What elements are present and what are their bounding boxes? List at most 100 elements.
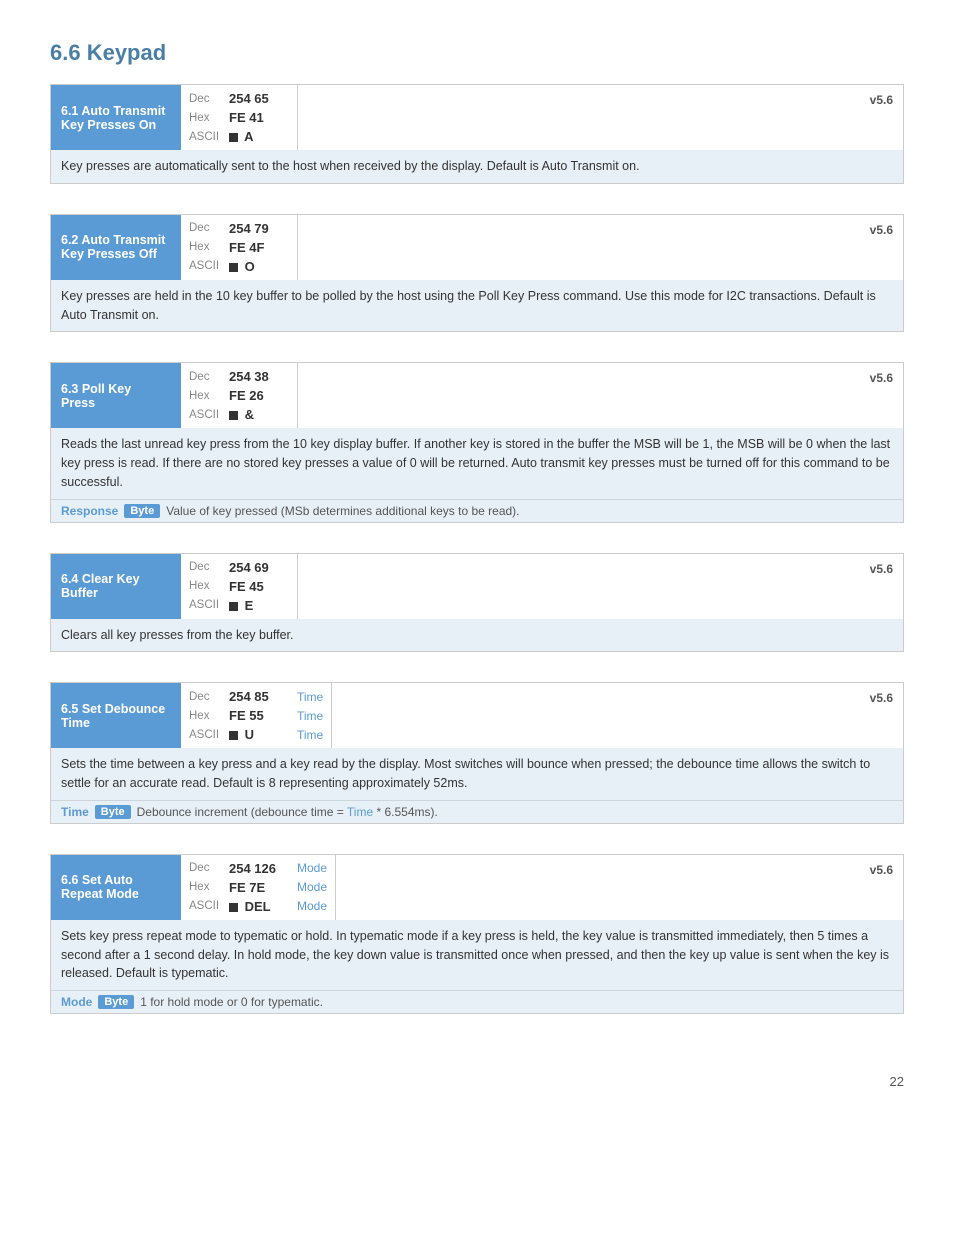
code-param: Mode	[297, 880, 327, 894]
code-type: Hex	[189, 112, 229, 124]
code-row-1-1: HexFE 41	[181, 108, 297, 127]
code-value: 254 38	[229, 369, 289, 384]
cmd-response-5: Time Byte Debounce increment (debounce tim…	[51, 800, 903, 823]
cmd-desc-4: Clears all key presses from the key buff…	[51, 619, 903, 652]
cmd-codes-3: Dec254 38HexFE 26ASCII &	[181, 363, 298, 428]
code-type: ASCII	[189, 729, 229, 741]
cmd-desc-2: Key presses are held in the 10 key buffe…	[51, 280, 903, 332]
cmd-version-6: v5.6	[860, 855, 903, 883]
code-value: FE 4F	[229, 240, 289, 255]
code-row-3-0: Dec254 38	[181, 367, 297, 386]
code-param: Mode	[297, 861, 327, 875]
ascii-square-icon	[229, 263, 238, 272]
code-type: ASCII	[189, 599, 229, 611]
code-row-6-1: HexFE 7E Mode	[181, 878, 335, 897]
resp-desc: Debounce increment (debounce time = Time…	[137, 805, 438, 819]
ascii-square-icon	[229, 903, 238, 912]
code-value: DEL	[229, 899, 289, 914]
cmd-codes-2: Dec254 79HexFE 4FASCII O	[181, 215, 298, 280]
code-row-5-0: Dec254 85 Time	[181, 687, 331, 706]
cmd-codes-6: Dec254 126ModeHexFE 7EModeASCII DELMode	[181, 855, 336, 920]
code-type: Hex	[189, 710, 229, 722]
cmd-version-3: v5.6	[860, 363, 903, 391]
code-row-1-2: ASCII A	[181, 127, 297, 146]
page-title: 6.6 Keypad	[50, 40, 904, 66]
resp-label: Mode	[61, 995, 92, 1009]
code-row-2-2: ASCII O	[181, 257, 297, 276]
resp-label: Time	[61, 805, 89, 819]
command-header-3: 6.3 Poll Key PressDec254 38HexFE 26ASCII…	[51, 363, 903, 428]
code-row-4-1: HexFE 45	[181, 577, 297, 596]
cmd-codes-4: Dec254 69HexFE 45ASCII E	[181, 554, 298, 619]
command-block-2: 6.2 Auto Transmit Key Presses OffDec254 …	[50, 214, 904, 333]
code-row-3-1: HexFE 26	[181, 386, 297, 405]
cmd-version-2: v5.6	[860, 215, 903, 243]
command-header-4: 6.4 Clear Key BufferDec254 69HexFE 45ASC…	[51, 554, 903, 619]
code-param: Time	[297, 690, 323, 704]
code-value: 254 126	[229, 861, 289, 876]
code-type: Hex	[189, 881, 229, 893]
code-type: ASCII	[189, 409, 229, 421]
cmd-name-6: 6.6 Set Auto Repeat Mode	[51, 855, 181, 920]
code-row-6-2: ASCII DELMode	[181, 897, 335, 916]
commands-container: 6.1 Auto Transmit Key Presses OnDec254 6…	[50, 84, 904, 1044]
command-block-1: 6.1 Auto Transmit Key Presses OnDec254 6…	[50, 84, 904, 184]
code-value: U	[229, 727, 289, 742]
code-value: A	[229, 129, 289, 144]
command-block-4: 6.4 Clear Key BufferDec254 69HexFE 45ASC…	[50, 553, 904, 653]
code-value: O	[229, 259, 289, 274]
code-value: 254 85	[229, 689, 289, 704]
ascii-square-icon	[229, 411, 238, 420]
code-param: Time	[297, 728, 323, 742]
cmd-desc-5: Sets the time between a key press and a …	[51, 748, 903, 800]
code-type: Dec	[189, 222, 229, 234]
code-type: ASCII	[189, 131, 229, 143]
ascii-square-icon	[229, 602, 238, 611]
code-value: FE 41	[229, 110, 289, 125]
code-value: 254 65	[229, 91, 289, 106]
code-row-1-0: Dec254 65	[181, 89, 297, 108]
cmd-codes-1: Dec254 65HexFE 41ASCII A	[181, 85, 298, 150]
command-header-2: 6.2 Auto Transmit Key Presses OffDec254 …	[51, 215, 903, 280]
code-value: FE 55	[229, 708, 289, 723]
command-block-6: 6.6 Set Auto Repeat ModeDec254 126ModeHe…	[50, 854, 904, 1014]
code-value: FE 7E	[229, 880, 289, 895]
cmd-name-3: 6.3 Poll Key Press	[51, 363, 181, 428]
code-type: Dec	[189, 371, 229, 383]
cmd-name-1: 6.1 Auto Transmit Key Presses On	[51, 85, 181, 150]
command-header-5: 6.5 Set Debounce TimeDec254 85TimeHexFE …	[51, 683, 903, 748]
ascii-square-icon	[229, 731, 238, 740]
code-value: 254 69	[229, 560, 289, 575]
code-row-3-2: ASCII &	[181, 405, 297, 424]
cmd-desc-6: Sets key press repeat mode to typematic …	[51, 920, 903, 990]
resp-type: Byte	[98, 995, 134, 1009]
code-row-2-1: HexFE 4F	[181, 238, 297, 257]
command-block-3: 6.3 Poll Key PressDec254 38HexFE 26ASCII…	[50, 362, 904, 522]
cmd-version-4: v5.6	[860, 554, 903, 582]
code-value: &	[229, 407, 289, 422]
code-type: ASCII	[189, 900, 229, 912]
resp-type: Byte	[95, 805, 131, 819]
code-type: Hex	[189, 241, 229, 253]
cmd-version-5: v5.6	[860, 683, 903, 711]
command-header-6: 6.6 Set Auto Repeat ModeDec254 126ModeHe…	[51, 855, 903, 920]
cmd-desc-1: Key presses are automatically sent to th…	[51, 150, 903, 183]
resp-label: Response	[61, 504, 118, 518]
code-row-6-0: Dec254 126Mode	[181, 859, 335, 878]
resp-type: Byte	[124, 504, 160, 518]
code-param: Time	[297, 709, 323, 723]
code-type: Hex	[189, 390, 229, 402]
code-row-5-1: HexFE 55 Time	[181, 706, 331, 725]
code-type: ASCII	[189, 260, 229, 272]
page-number: 22	[50, 1074, 904, 1089]
command-header-1: 6.1 Auto Transmit Key Presses OnDec254 6…	[51, 85, 903, 150]
code-row-5-2: ASCII U Time	[181, 725, 331, 744]
resp-desc: 1 for hold mode or 0 for typematic.	[140, 995, 323, 1009]
code-value: E	[229, 598, 289, 613]
code-value: FE 26	[229, 388, 289, 403]
cmd-response-3: ResponseByteValue of key pressed (MSb de…	[51, 499, 903, 522]
code-type: Dec	[189, 691, 229, 703]
cmd-version-1: v5.6	[860, 85, 903, 113]
ascii-square-icon	[229, 133, 238, 142]
command-block-5: 6.5 Set Debounce TimeDec254 85TimeHexFE …	[50, 682, 904, 824]
